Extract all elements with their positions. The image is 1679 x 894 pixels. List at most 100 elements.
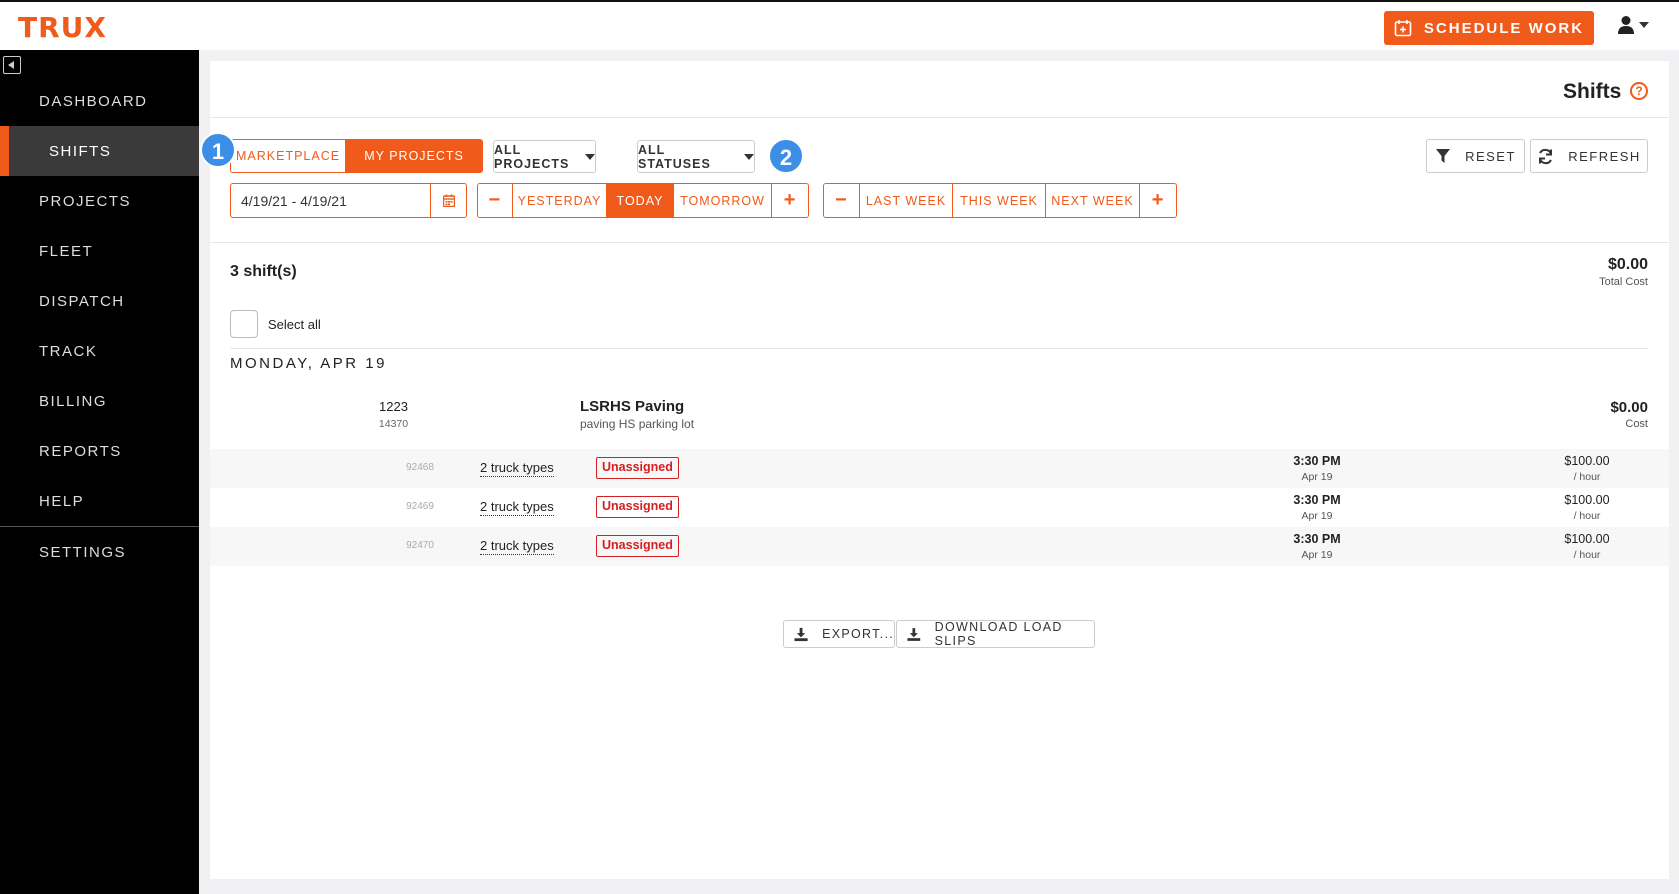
sidebar-item-label: SHIFTS (49, 142, 112, 160)
project-name[interactable]: LSRHS Paving (580, 398, 684, 415)
sidebar-item-help[interactable]: HELP (0, 476, 199, 526)
select-all-label: Select all (268, 317, 321, 332)
header-divider (210, 117, 1669, 118)
day-group-header: MONDAY, APR 19 (230, 355, 387, 372)
next-week-button[interactable]: NEXT WEEK (1045, 184, 1141, 217)
previous-day-button[interactable]: − (478, 184, 513, 217)
date-range-picker[interactable]: 4/19/21 - 4/19/21 (230, 183, 467, 218)
refresh-label: REFRESH (1568, 148, 1641, 164)
shift-row[interactable]: 92470 2 truck types Unassigned 3:30 PM A… (210, 527, 1669, 566)
sidebar-item-label: FLEET (39, 242, 94, 260)
calendar-button[interactable] (431, 184, 466, 217)
shift-rate-unit: / hour (1573, 549, 1601, 561)
shift-rate: $100.00 (1564, 493, 1610, 507)
shift-rate: $100.00 (1564, 454, 1610, 468)
logo-text: TRUX (18, 12, 107, 42)
trux-logo[interactable]: TRUX (18, 12, 143, 42)
annotation-marker-2: 2 (768, 138, 804, 174)
chevron-down-icon (1639, 22, 1649, 28)
total-cost-label: Total Cost (1599, 276, 1648, 288)
previous-week-button[interactable]: − (824, 184, 860, 217)
schedule-work-button[interactable]: SCHEDULE WORK (1384, 11, 1594, 45)
shift-id: 92469 (406, 501, 434, 512)
sidebar-item-reports[interactable]: REPORTS (0, 426, 199, 476)
project-cost-value: $0.00 (1610, 399, 1648, 416)
truck-types-link[interactable]: 2 truck types (480, 499, 554, 516)
shift-row[interactable]: 92468 2 truck types Unassigned 3:30 PM A… (210, 449, 1669, 488)
refresh-icon (1539, 148, 1553, 164)
collapse-sidebar-icon[interactable] (3, 56, 21, 74)
shift-id: 92470 (406, 540, 434, 551)
shift-time: 3:30 PM (1293, 493, 1341, 507)
sidebar-item-track[interactable]: TRACK (0, 326, 199, 376)
calendar-plus-icon (1394, 20, 1412, 37)
caret-down-icon (744, 153, 754, 160)
this-week-button[interactable]: THIS WEEK (953, 184, 1046, 217)
sidebar: DASHBOARD SHIFTS PROJECTS FLEET DISPATCH… (0, 50, 199, 894)
next-week-plus-button[interactable]: + (1140, 184, 1176, 217)
sidebar-item-dispatch[interactable]: DISPATCH (0, 276, 199, 326)
my-projects-tab[interactable]: MY PROJECTS (346, 140, 482, 172)
statuses-dropdown-label: ALL STATUSES (638, 142, 711, 171)
yesterday-button[interactable]: YESTERDAY (512, 184, 608, 217)
status-badge: Unassigned (596, 457, 679, 479)
truck-types-link[interactable]: 2 truck types (480, 538, 554, 555)
projects-dropdown[interactable]: ALL PROJECTS (493, 140, 596, 173)
shift-rate-unit: / hour (1573, 471, 1601, 483)
statuses-dropdown[interactable]: ALL STATUSES (637, 140, 755, 173)
day-navigation: − YESTERDAY TODAY TOMORROW + (477, 183, 809, 218)
list-divider (230, 348, 1648, 349)
sidebar-item-billing[interactable]: BILLING (0, 376, 199, 426)
shift-time: 3:30 PM (1293, 532, 1341, 546)
download-icon (794, 627, 808, 641)
top-bar: TRUX SCHEDULE WORK (0, 0, 1679, 50)
project-id[interactable]: 1223 (360, 399, 427, 414)
filter-divider (210, 242, 1669, 243)
sidebar-item-fleet[interactable]: FLEET (0, 226, 199, 276)
shift-rate-unit: / hour (1573, 510, 1601, 522)
sidebar-item-dashboard[interactable]: DASHBOARD (0, 76, 199, 126)
date-range-input[interactable]: 4/19/21 - 4/19/21 (231, 184, 431, 217)
status-badge: Unassigned (596, 496, 679, 518)
download-load-slips-button[interactable]: DOWNLOAD LOAD SLIPS (896, 620, 1095, 648)
status-badge: Unassigned (596, 535, 679, 557)
shift-row[interactable]: 92469 2 truck types Unassigned 3:30 PM A… (210, 488, 1669, 527)
sidebar-item-settings[interactable]: SETTINGS (0, 527, 199, 577)
shift-id: 92468 (406, 462, 434, 473)
help-icon[interactable]: ? (1630, 82, 1648, 100)
annotation-marker-1: 1 (200, 132, 236, 168)
sidebar-item-label: HELP (39, 492, 85, 510)
sidebar-item-shifts[interactable]: SHIFTS (0, 126, 199, 176)
schedule-work-label: SCHEDULE WORK (1423, 19, 1585, 37)
shift-time: 3:30 PM (1293, 454, 1341, 468)
sidebar-item-label: SETTINGS (39, 543, 127, 561)
project-sub-id: 14370 (378, 418, 409, 430)
projects-dropdown-label: ALL PROJECTS (494, 142, 570, 171)
user-menu[interactable] (1617, 15, 1649, 35)
today-button[interactable]: TODAY (607, 184, 674, 217)
sidebar-item-projects[interactable]: PROJECTS (0, 176, 199, 226)
next-day-button[interactable]: + (772, 184, 808, 217)
reset-button[interactable]: RESET (1426, 139, 1525, 173)
tomorrow-button[interactable]: TOMORROW (673, 184, 773, 217)
sidebar-item-label: TRACK (39, 342, 98, 360)
download-icon (907, 627, 921, 641)
sidebar-item-label: PROJECTS (39, 192, 132, 210)
refresh-button[interactable]: REFRESH (1530, 139, 1648, 173)
shift-count: 3 shift(s) (230, 263, 297, 280)
marketplace-tab[interactable]: MARKETPLACE (231, 140, 347, 172)
sidebar-item-label: BILLING (39, 392, 108, 410)
truck-types-link[interactable]: 2 truck types (480, 460, 554, 477)
export-button[interactable]: EXPORT... (783, 620, 895, 648)
last-week-button[interactable]: LAST WEEK (859, 184, 954, 217)
export-label: EXPORT... (822, 627, 894, 641)
sidebar-item-label: DISPATCH (39, 292, 125, 310)
calendar-icon (442, 194, 455, 207)
week-navigation: − LAST WEEK THIS WEEK NEXT WEEK + (823, 183, 1177, 218)
shift-rate: $100.00 (1564, 532, 1610, 546)
select-all-checkbox[interactable] (230, 310, 258, 338)
download-load-slips-label: DOWNLOAD LOAD SLIPS (934, 620, 1063, 648)
project-cost-label: Cost (1625, 418, 1648, 430)
sidebar-item-label: DASHBOARD (39, 92, 148, 110)
page-title: Shifts (1563, 80, 1622, 103)
